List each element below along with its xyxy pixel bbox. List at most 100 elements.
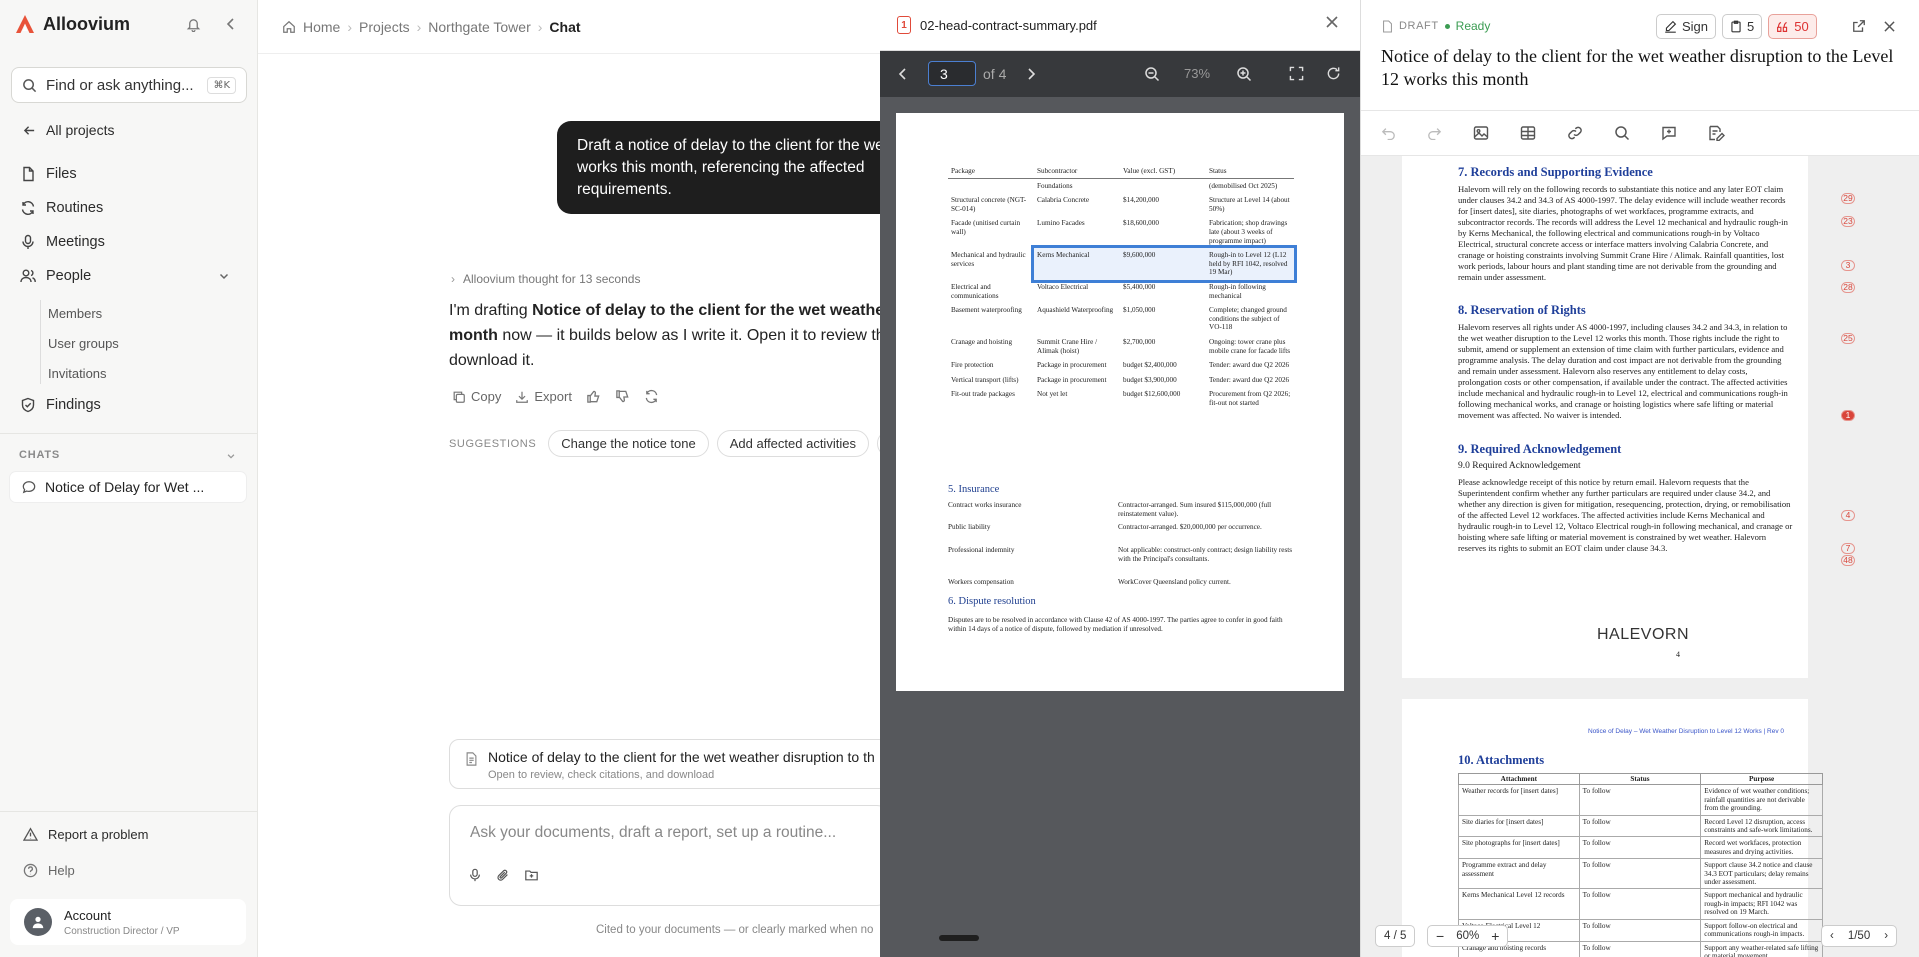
help-link[interactable]: Help xyxy=(23,863,75,878)
report-problem-link[interactable]: Report a problem xyxy=(23,827,148,842)
pdf-page: Package Subcontractor Value (excl. GST) … xyxy=(896,113,1344,691)
sidebar-item-user-groups[interactable]: User groups xyxy=(48,336,119,351)
sidebar-item-meetings[interactable]: Meetings xyxy=(20,234,105,250)
citation-marker[interactable]: 25 xyxy=(1841,333,1855,344)
zoom-in-icon[interactable] xyxy=(1236,66,1252,82)
citation-marker[interactable]: 4 xyxy=(1841,510,1855,521)
sidebar-item-invitations[interactable]: Invitations xyxy=(48,366,107,381)
draft-document-card[interactable]: Notice of delay to the client for the we… xyxy=(449,739,889,789)
prev-citation-button[interactable]: ‹ xyxy=(1830,930,1834,942)
search-icon[interactable] xyxy=(1614,125,1630,141)
link-icon[interactable] xyxy=(1567,125,1583,141)
microphone-icon[interactable] xyxy=(468,868,482,882)
composer-input[interactable]: Ask your documents, draft a report, set … xyxy=(470,824,836,842)
microphone-icon xyxy=(22,234,34,249)
next-citation-button[interactable]: › xyxy=(1884,930,1888,942)
close-icon[interactable] xyxy=(1884,21,1895,32)
comment-icon[interactable] xyxy=(1661,125,1677,141)
table-icon[interactable] xyxy=(1520,125,1536,141)
draft-status: DRAFT Ready xyxy=(1382,19,1490,33)
table-row: Site diaries for [insert dates] To follow… xyxy=(1458,814,1823,838)
sidebar-item-files[interactable]: Files xyxy=(20,166,77,182)
breadcrumb-project[interactable]: Northgate Tower xyxy=(428,19,530,35)
sidebar-item-members[interactable]: Members xyxy=(48,306,102,321)
citation-highlight[interactable]: Kerns Mechanical $9,600,000 Rough-in to Le… xyxy=(1031,245,1297,283)
thumbs-down-button[interactable] xyxy=(615,389,630,404)
table-header: Subcontractor xyxy=(1034,165,1120,179)
citation-marker[interactable]: 28 xyxy=(1841,282,1855,293)
table-row: Programme extract and delay assessment To… xyxy=(1458,858,1823,890)
external-link-icon[interactable] xyxy=(1852,19,1866,33)
table-row: Weather records for [insert dates] To fol… xyxy=(1458,784,1823,816)
suggestion-chip[interactable]: Change the notice tone xyxy=(548,430,709,457)
citation-marker[interactable]: 7 xyxy=(1841,543,1855,554)
document-canvas: 7. Records and Supporting Evidence Halev… xyxy=(1361,156,1919,957)
zoom-level: 73% xyxy=(1184,66,1211,81)
image-icon[interactable] xyxy=(1473,125,1489,141)
sidebar-item-people[interactable]: People xyxy=(20,268,230,284)
sign-button[interactable]: Sign xyxy=(1656,14,1717,39)
table-row: Foundations (demobilised Oct 2025) xyxy=(1037,181,1278,190)
collapse-sidebar-icon[interactable] xyxy=(225,17,237,31)
thought-toggle[interactable]: › Alloovium thought for 13 seconds xyxy=(451,272,640,286)
pen-icon xyxy=(1665,20,1677,33)
section-heading: 10. Attachments xyxy=(1458,753,1545,767)
editor-toolbar xyxy=(1361,110,1919,156)
citation-marker[interactable]: 48 xyxy=(1841,555,1855,566)
suggestions-label: SUGGESTIONS xyxy=(449,437,537,450)
warning-icon xyxy=(23,827,38,841)
dispute-text: Disputes are to be resolved in accordanc… xyxy=(948,616,1283,633)
section-text: Halevorn will rely on the following reco… xyxy=(1458,184,1788,282)
all-projects-link[interactable]: All projects xyxy=(23,122,114,138)
thumbs-up-button[interactable] xyxy=(586,389,601,404)
citation-marker-active[interactable]: 1 xyxy=(1841,410,1855,421)
copy-button[interactable]: Copy xyxy=(452,389,501,404)
page-number-input[interactable]: 3 xyxy=(928,61,976,86)
chevron-down-icon[interactable] xyxy=(226,451,236,461)
chat-item-notice-of-delay[interactable]: Notice of Delay for Wet ... xyxy=(10,472,246,502)
edit-document-icon[interactable] xyxy=(1708,125,1725,141)
next-page-icon[interactable] xyxy=(1026,67,1036,81)
zoom-in-button[interactable]: + xyxy=(1491,928,1499,944)
account-menu[interactable]: Account Construction Director / VP xyxy=(10,899,246,945)
undo-icon[interactable] xyxy=(1381,126,1396,140)
rotate-icon[interactable] xyxy=(1326,66,1341,81)
copy-icon xyxy=(453,391,465,403)
prev-page-icon[interactable] xyxy=(898,67,908,81)
section-heading: 6. Dispute resolution xyxy=(948,596,1036,607)
redo-icon[interactable] xyxy=(1427,126,1442,140)
zoom-out-button[interactable]: − xyxy=(1436,928,1444,944)
sidebar-item-findings[interactable]: Findings xyxy=(20,397,101,413)
citation-marker[interactable]: 29 xyxy=(1841,193,1855,204)
citations-count-button[interactable]: 5 xyxy=(1722,14,1763,39)
bell-icon[interactable] xyxy=(186,17,201,32)
export-button[interactable]: Export xyxy=(515,389,572,404)
pdf-filename: 02-head-contract-summary.pdf xyxy=(920,17,1097,33)
table-row: Fire protection Package in procurement bud… xyxy=(951,361,1290,370)
sidebar-item-routines[interactable]: Routines xyxy=(20,200,103,216)
zoom-out-icon[interactable] xyxy=(1144,66,1160,82)
citation-marker[interactable]: 3 xyxy=(1841,260,1855,271)
breadcrumb-home[interactable]: Home xyxy=(303,19,340,35)
table-header: Package xyxy=(948,165,1034,179)
breadcrumb-projects[interactable]: Projects xyxy=(359,19,410,35)
brand-logo[interactable]: Alloovium xyxy=(14,13,130,35)
citation-marker[interactable]: 23 xyxy=(1841,216,1855,227)
regenerate-button[interactable] xyxy=(644,389,659,404)
fullscreen-icon[interactable] xyxy=(1289,66,1304,81)
table-header: Status xyxy=(1206,165,1294,179)
close-icon[interactable] xyxy=(1326,16,1338,28)
table-row-highlighted: Mechanical and hydraulic services Kerns M… xyxy=(948,245,1297,283)
search-input[interactable]: Find or ask anything... ⌘K xyxy=(11,67,247,103)
sidebar: Alloovium Find or ask anything... ⌘K All… xyxy=(0,0,258,957)
table-header: Attachment xyxy=(1458,772,1580,786)
flags-count-button[interactable]: 50 xyxy=(1768,14,1817,39)
folder-icon[interactable] xyxy=(524,868,539,882)
page-count: of 4 xyxy=(983,66,1007,82)
suggestion-chip[interactable]: Add affected activities xyxy=(716,430,869,457)
chevron-right-icon: › xyxy=(451,272,455,286)
table-row: Site photographs for [insert dates] To fo… xyxy=(1458,836,1823,860)
horizontal-scrollbar[interactable] xyxy=(939,935,979,941)
paperclip-icon[interactable] xyxy=(496,868,510,882)
chevron-right-icon: › xyxy=(347,18,353,35)
